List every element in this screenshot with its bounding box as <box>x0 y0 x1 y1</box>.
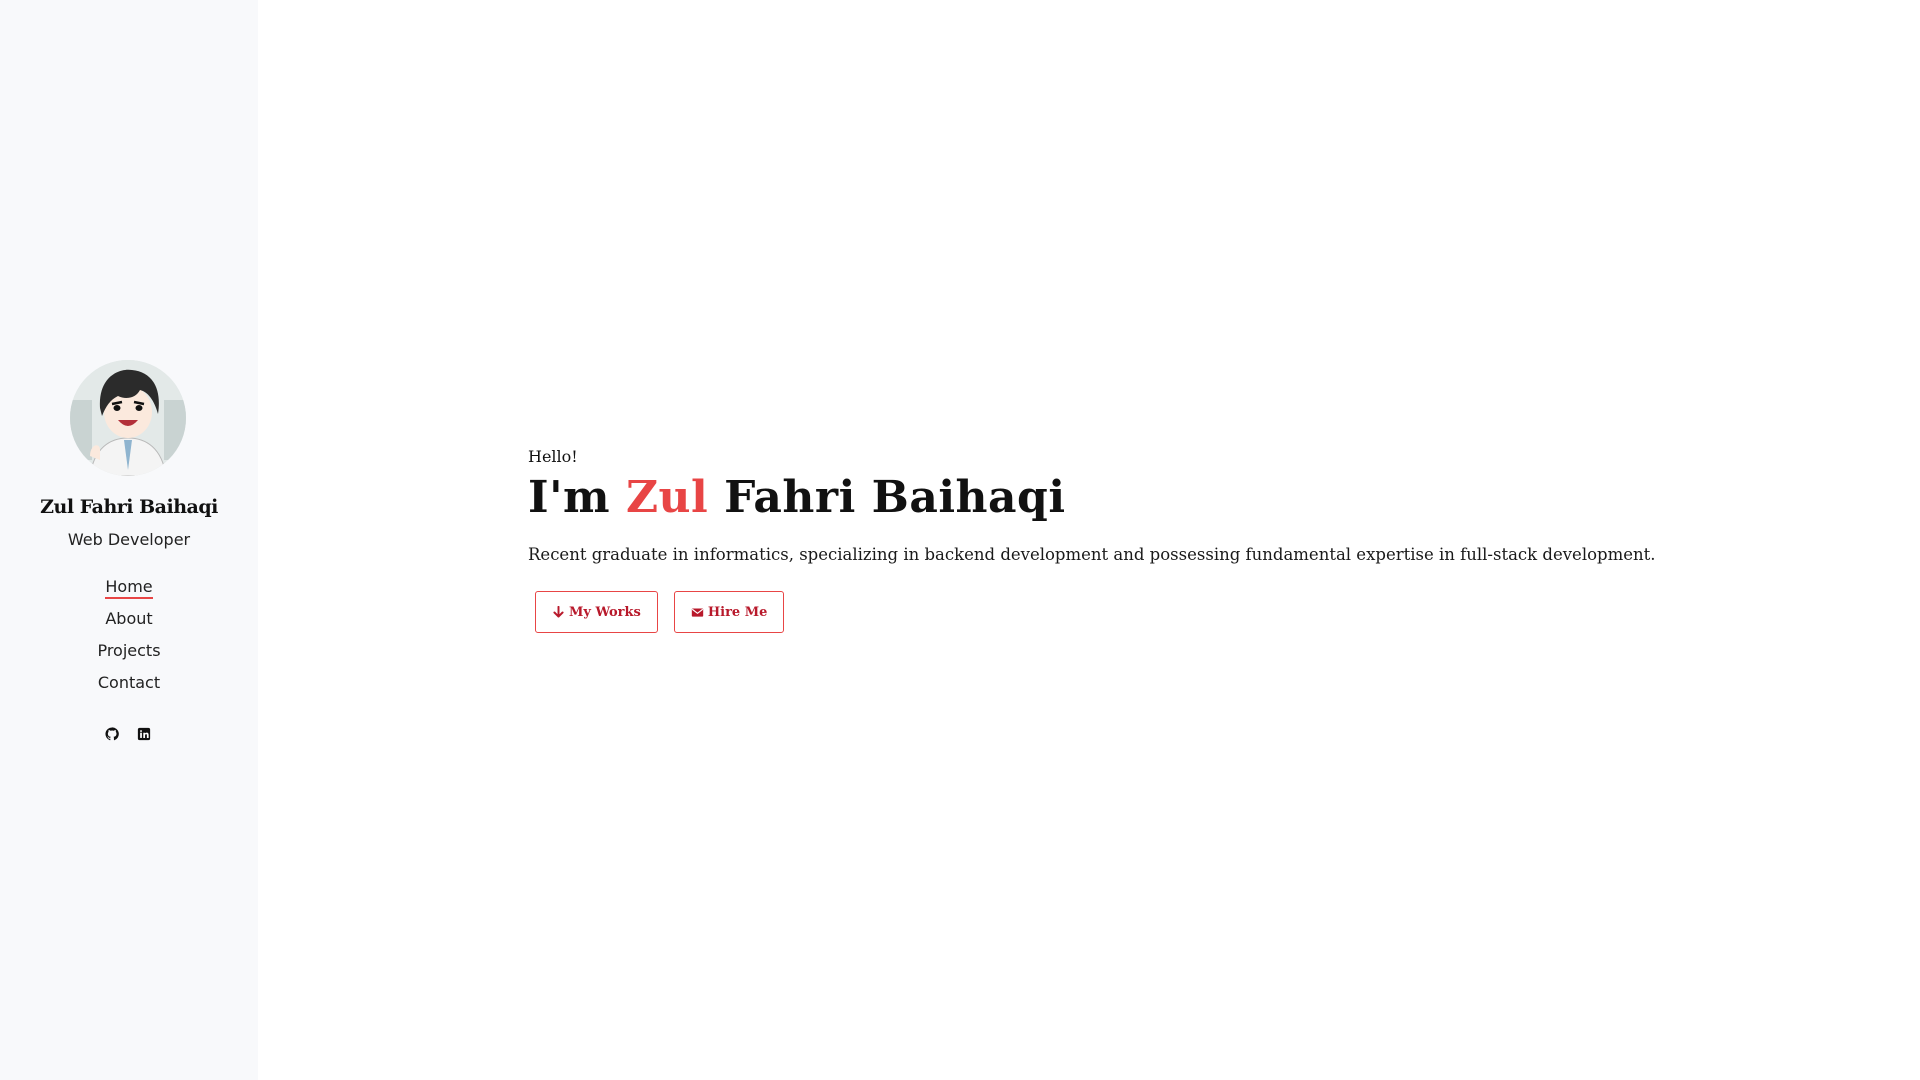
nav-item-home: Home <box>0 577 258 609</box>
github-icon[interactable] <box>105 727 121 743</box>
nav-item-about: About <box>0 609 258 641</box>
sidebar-name: Zul Fahri Baihaqi <box>40 496 218 518</box>
sidebar-role: Web Developer <box>67 530 191 549</box>
linkedin-icon[interactable] <box>137 727 153 743</box>
envelope-icon <box>691 607 704 617</box>
arrow-down-icon <box>553 605 564 618</box>
hero-last-name: Fahri Baihaqi <box>724 472 1066 523</box>
hero-first-name: Zul <box>625 472 709 523</box>
avatar-illustration <box>70 360 186 476</box>
hero-buttons: My Works Hire Me <box>535 591 1656 633</box>
hero-prefix: I'm <box>528 472 611 523</box>
hero-greeting: Hello! <box>528 447 578 466</box>
sidebar: Zul Fahri Baihaqi Web Developer Home Abo… <box>0 0 258 1080</box>
hero-section: Hello! I'm Zul Fahri Baihaqi Recent grad… <box>528 447 1656 633</box>
social-links <box>0 726 258 744</box>
nav-item-projects: Projects <box>0 641 258 673</box>
nav-link-contact[interactable]: Contact <box>98 673 160 693</box>
avatar[interactable] <box>70 360 186 476</box>
sidebar-nav: Home About Projects Contact <box>0 577 258 705</box>
my-works-button[interactable]: My Works <box>535 591 658 633</box>
hero-tagline: Recent graduate in informatics, speciali… <box>528 545 1656 564</box>
my-works-label: My Works <box>569 604 641 620</box>
nav-link-about[interactable]: About <box>105 609 152 629</box>
nav-link-home[interactable]: Home <box>105 577 153 599</box>
hero-headline: I'm Zul Fahri Baihaqi <box>528 472 1656 523</box>
hire-me-button[interactable]: Hire Me <box>673 591 785 633</box>
nav-link-projects[interactable]: Projects <box>97 641 160 661</box>
nav-item-contact: Contact <box>0 673 258 705</box>
hire-me-label: Hire Me <box>707 604 768 620</box>
